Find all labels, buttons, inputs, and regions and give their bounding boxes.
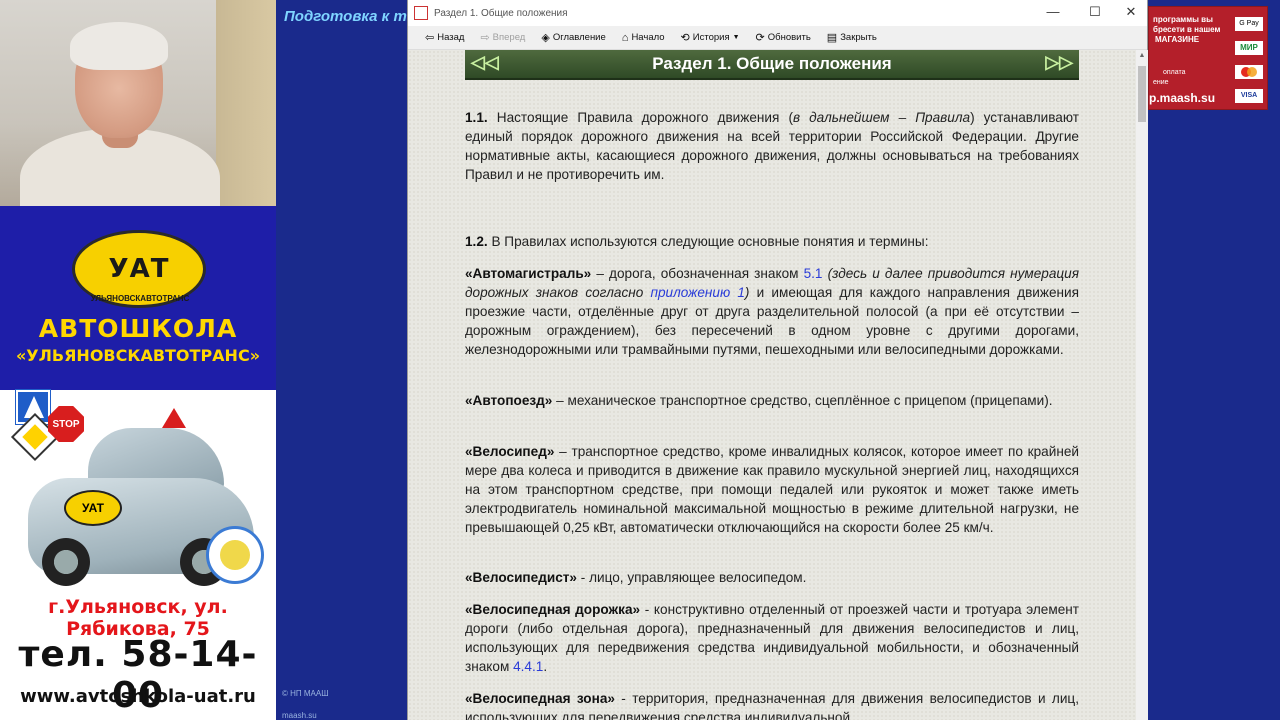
vertical-scrollbar[interactable]: ▲	[1136, 50, 1148, 720]
screen: Подготовка к т © НП МААШ maash.su програ…	[0, 0, 1280, 720]
section-title: Раздел 1. Общие положения	[652, 54, 892, 73]
right-ad-line3: МАГАЗИНЕ	[1155, 35, 1200, 44]
scroll-up-icon[interactable]: ▲	[1136, 52, 1148, 66]
promo-panel: УАТ УЛЬЯНОВСКАВТОТРАНС АВТОШКОЛА «УЛЬЯНО…	[0, 0, 276, 720]
appendix-1-link[interactable]: приложению 1	[650, 285, 744, 300]
right-ad-line1: программы вы	[1153, 15, 1213, 24]
sign-4-4-1-link[interactable]: 4.4.1	[513, 659, 543, 674]
home-icon: ⌂	[621, 31, 629, 44]
promo-title: АВТОШКОЛА	[38, 314, 238, 343]
background-app-title: Подготовка к т	[284, 8, 407, 25]
term-velosipedist: «Велосипедист» - лицо, управляющее велос…	[465, 570, 807, 585]
promo-header: УАТ УЛЬЯНОВСКАВТОТРАНС АВТОШКОЛА «УЛЬЯНО…	[0, 206, 276, 390]
sign-5-1-link[interactable]: 5.1	[804, 266, 823, 281]
paragraph-1-2: 1.2. В Правилах используются следующие о…	[465, 234, 929, 249]
close-window-button[interactable]: ✕	[1116, 4, 1146, 20]
background-footer-copyright: © НП МААШ	[282, 689, 329, 698]
contents-icon: ◈	[541, 32, 550, 44]
history-icon: ⟲	[680, 32, 690, 44]
help-window: Раздел 1. Общие положения — ☐ ✕ ⇦ Назад ⇨…	[407, 0, 1148, 720]
mastercard-icon	[1235, 65, 1263, 79]
webcam-feed	[0, 0, 276, 206]
next-section-icon[interactable]: ▷▷	[1045, 52, 1073, 73]
right-ad-line2: бресети в нашем	[1153, 25, 1221, 34]
window-titlebar[interactable]: Раздел 1. Общие положения — ☐ ✕	[408, 0, 1147, 26]
prev-section-icon[interactable]: ◁◁	[471, 52, 499, 73]
contents-button[interactable]: ◈ Оглавление	[534, 28, 612, 48]
forward-button[interactable]: ⇨ Вперед	[473, 28, 532, 48]
award-badge-icon	[206, 526, 264, 584]
app-icon	[414, 6, 428, 20]
chevron-down-icon: ▼	[732, 34, 740, 41]
window-title: Раздел 1. Общие положения	[434, 7, 568, 19]
home-button[interactable]: ⌂ Начало	[615, 28, 672, 48]
term-velozona: «Велосипедная зона» - территория, предна…	[465, 691, 1079, 720]
car-hood-logo: УАТ	[64, 490, 122, 526]
history-button[interactable]: ⟲ История ▼	[674, 28, 747, 48]
right-ad-site: p.maash.su	[1149, 91, 1216, 105]
right-ad-line5: ение	[1153, 79, 1169, 86]
term-avtopoezd: «Автопоезд» – механическое транспортное …	[465, 393, 1053, 408]
gpay-icon: G Pay	[1235, 17, 1263, 31]
promo-subtitle: «УЛЬЯНОВСКАВТОТРАНС»	[15, 346, 261, 365]
back-arrow-icon: ⇦	[425, 32, 435, 44]
term-velodorozhka: «Велосипедная дорожка» - конструктивно о…	[465, 602, 1079, 674]
scrollbar-thumb[interactable]	[1138, 66, 1146, 122]
close-doc-icon: ▤	[826, 32, 838, 44]
uat-logo-subtitle: УЛЬЯНОВСКАВТОТРАНС	[90, 294, 190, 303]
visa-icon: VISA	[1235, 89, 1263, 103]
refresh-button[interactable]: ⟳ Обновить	[749, 28, 818, 48]
background-footer-site[interactable]: maash.su	[282, 711, 317, 720]
forward-arrow-icon: ⇨	[480, 32, 490, 44]
document-content[interactable]: ◁◁ Раздел 1. Общие положения ▷▷ 1.1. Нас…	[408, 50, 1136, 720]
maximize-button[interactable]: ☐	[1080, 4, 1110, 20]
toolbar: ⇦ Назад ⇨ Вперед ◈ Оглавление ⌂ Начало ⟲ Исто…	[408, 26, 1147, 50]
term-velosiped: «Велосипед» – транспортное средство, кро…	[465, 444, 1079, 535]
close-button[interactable]: ▤ Закрыть	[820, 28, 884, 48]
back-button[interactable]: ⇦ Назад	[418, 28, 471, 48]
minimize-button[interactable]: —	[1038, 4, 1068, 19]
paragraph-1-1: 1.1. Настоящие Правила дорожного движени…	[465, 110, 1079, 182]
promo-website: www.avtoshkola-uat.ru	[20, 686, 256, 707]
section-header: ◁◁ Раздел 1. Общие положения ▷▷	[465, 50, 1079, 80]
term-avtomagistral: «Автомагистраль» – дорога, обозначенная …	[465, 266, 1080, 357]
refresh-icon: ⟳	[755, 32, 765, 44]
promo-body: STOP УАТ г.Ульяновск, ул. Рябикова, 75 т…	[0, 390, 276, 720]
right-ad-line4: оплата	[1163, 69, 1186, 76]
mir-icon: МИР	[1235, 41, 1263, 55]
right-ad-banner[interactable]: программы вы бресети в нашем МАГАЗИНЕ оп…	[1148, 6, 1268, 110]
